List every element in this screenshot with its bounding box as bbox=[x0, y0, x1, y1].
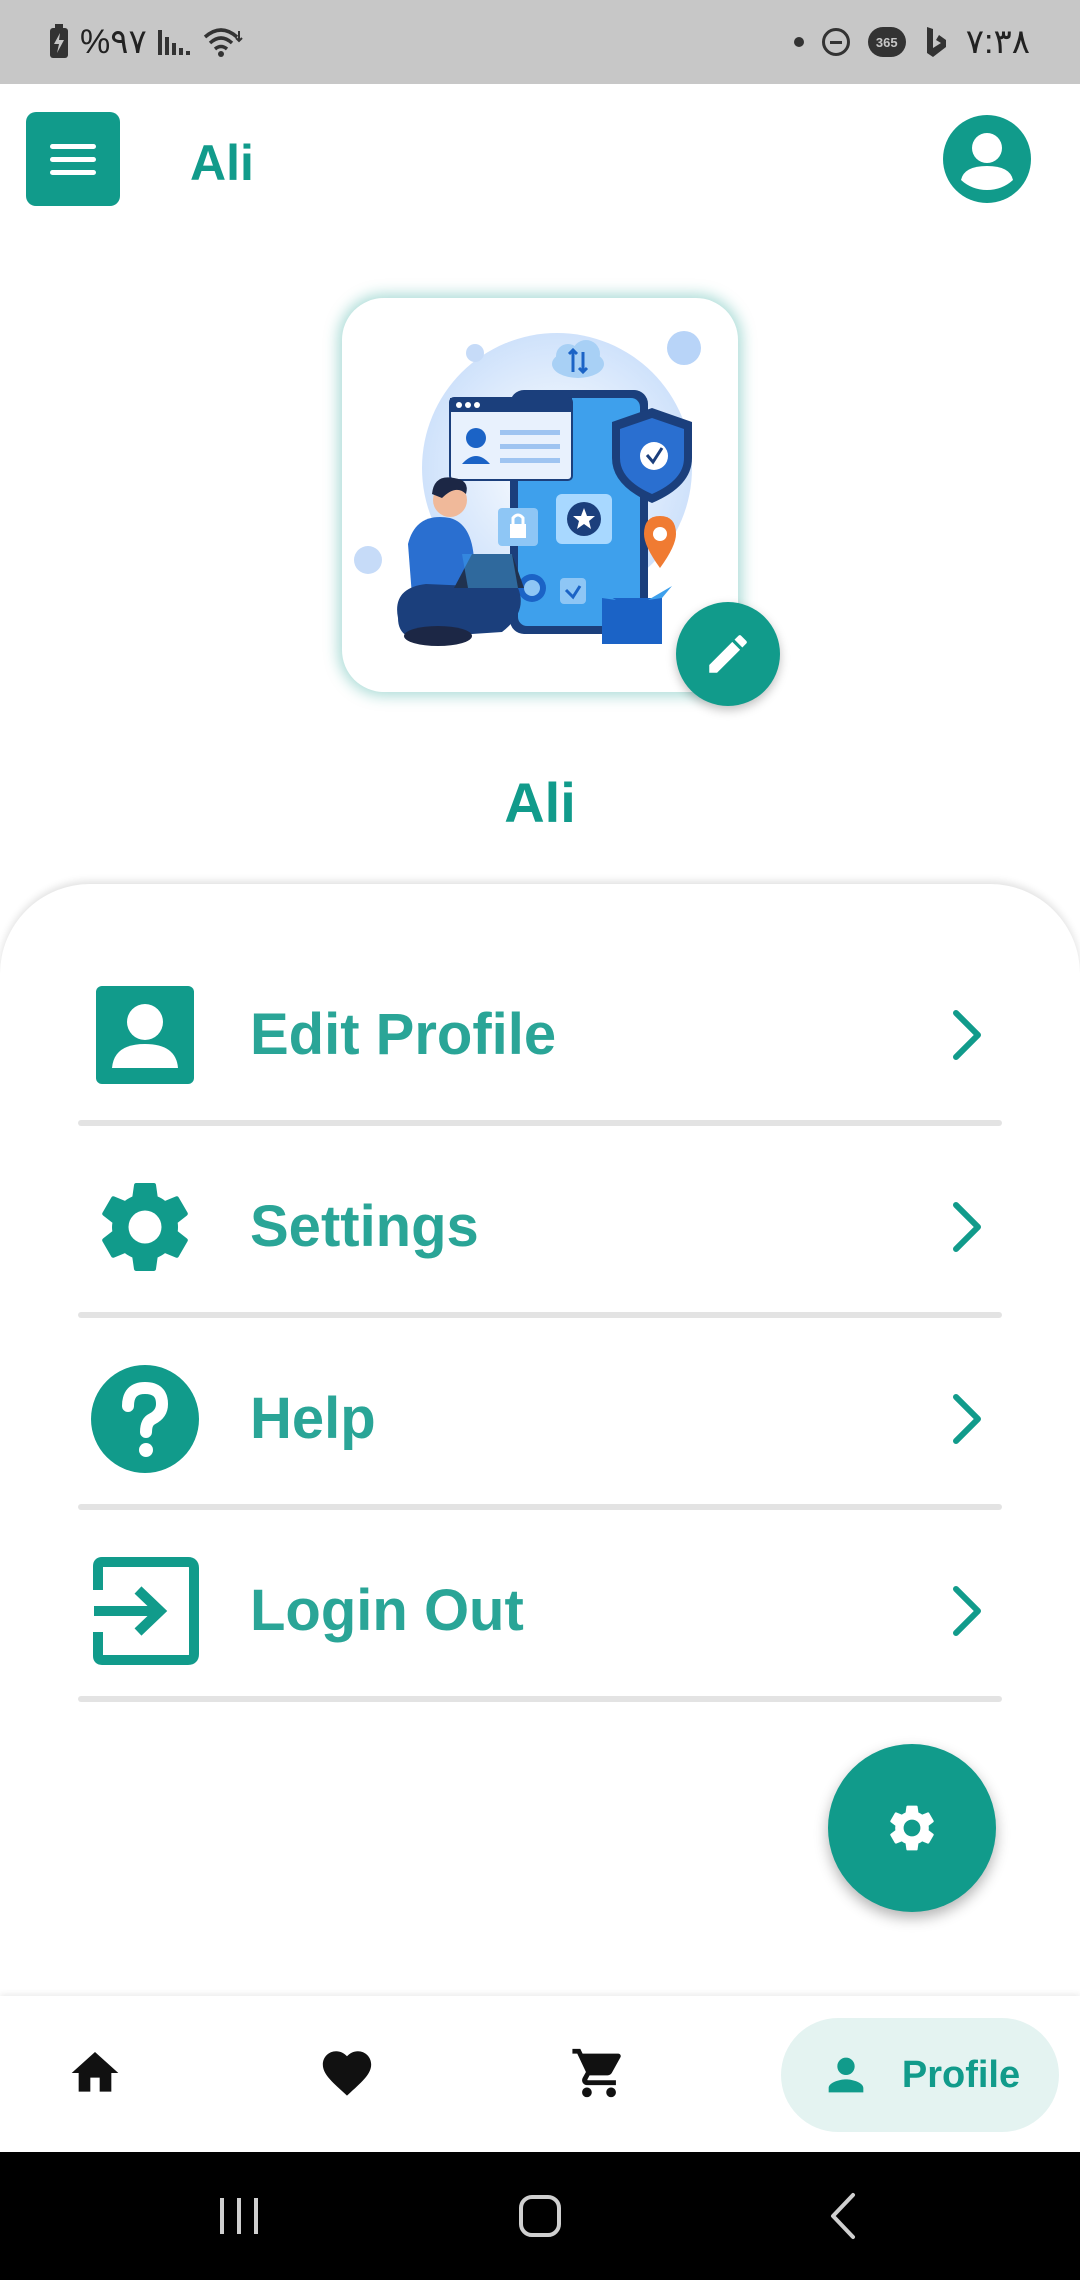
back-icon bbox=[831, 2193, 855, 2239]
heart-icon bbox=[322, 2051, 372, 2096]
divider bbox=[78, 1504, 1002, 1510]
bing-icon bbox=[926, 27, 946, 57]
chevron-right-icon bbox=[953, 1586, 981, 1636]
nav-home[interactable] bbox=[60, 2038, 130, 2108]
logout-icon bbox=[93, 1557, 199, 1665]
nav-favorites[interactable] bbox=[312, 2038, 382, 2108]
help-circle-icon bbox=[91, 1365, 199, 1473]
status-right: 365 ۷:۳۸ bbox=[793, 22, 1030, 62]
menu-item-edit-profile[interactable]: Edit Profile bbox=[78, 980, 1002, 1170]
account-circle-icon[interactable] bbox=[942, 114, 1032, 204]
recent-apps-button[interactable] bbox=[204, 2184, 274, 2248]
battery-charging-icon bbox=[50, 24, 68, 58]
pencil-icon bbox=[709, 635, 747, 673]
signal-icon bbox=[157, 30, 190, 55]
app-title: Ali bbox=[190, 135, 254, 191]
status-bar: %۹۷ 365 ۷:۳۸ bbox=[0, 0, 1080, 84]
security-illustration bbox=[354, 331, 701, 646]
nav-cart[interactable] bbox=[564, 2038, 634, 2108]
profile-avatar bbox=[342, 298, 738, 692]
hamburger-menu-icon bbox=[50, 143, 96, 149]
app-bar: Ali bbox=[0, 84, 1080, 234]
nav-profile-label: Profile bbox=[901, 2053, 1021, 2096]
person-icon bbox=[828, 2057, 864, 2093]
hamburger-line bbox=[50, 169, 96, 175]
bottom-navigation: Profile bbox=[0, 1996, 1080, 2152]
menu-item-label: Edit Profile bbox=[250, 1002, 557, 1067]
dnd-icon bbox=[821, 28, 850, 56]
person-badge-icon bbox=[96, 986, 194, 1084]
menu-item-settings[interactable]: Settings bbox=[78, 1172, 1002, 1362]
status-left: %۹۷ bbox=[48, 22, 245, 62]
back-button[interactable] bbox=[808, 2184, 878, 2248]
menu-item-label: Settings bbox=[250, 1194, 479, 1259]
menu-button[interactable] bbox=[26, 112, 120, 206]
chevron-right-icon bbox=[953, 1202, 981, 1252]
app-365-icon: 365 bbox=[867, 27, 906, 57]
gear-icon bbox=[102, 1182, 188, 1271]
wifi-icon bbox=[203, 28, 243, 57]
recent-apps-icon bbox=[220, 2198, 258, 2234]
home-button[interactable] bbox=[505, 2184, 575, 2248]
chevron-right-icon bbox=[953, 1010, 981, 1060]
gear-icon bbox=[890, 1805, 934, 1851]
menu-item-login-out[interactable]: Login Out bbox=[78, 1556, 1002, 1746]
profile-name: Ali bbox=[504, 771, 576, 834]
battery-percent: %۹۷ bbox=[80, 23, 147, 61]
divider bbox=[78, 1312, 1002, 1318]
menu-item-label: Help bbox=[250, 1386, 376, 1451]
clock: ۷:۳۸ bbox=[965, 23, 1030, 61]
hamburger-line bbox=[50, 156, 96, 162]
divider bbox=[78, 1696, 1002, 1702]
home-square-icon bbox=[519, 2195, 561, 2237]
menu-item-label: Login Out bbox=[250, 1578, 524, 1643]
system-navigation-bar bbox=[0, 2152, 1080, 2280]
menu-item-help[interactable]: Help bbox=[78, 1364, 1002, 1554]
edit-avatar-button[interactable] bbox=[676, 602, 780, 706]
home-icon bbox=[71, 2052, 119, 2092]
dot-icon bbox=[793, 37, 804, 47]
settings-fab[interactable] bbox=[828, 1744, 996, 1912]
nav-profile[interactable]: Profile bbox=[781, 2018, 1059, 2132]
cart-icon bbox=[572, 2048, 621, 2098]
chevron-right-icon bbox=[953, 1394, 981, 1444]
divider bbox=[78, 1120, 1002, 1126]
